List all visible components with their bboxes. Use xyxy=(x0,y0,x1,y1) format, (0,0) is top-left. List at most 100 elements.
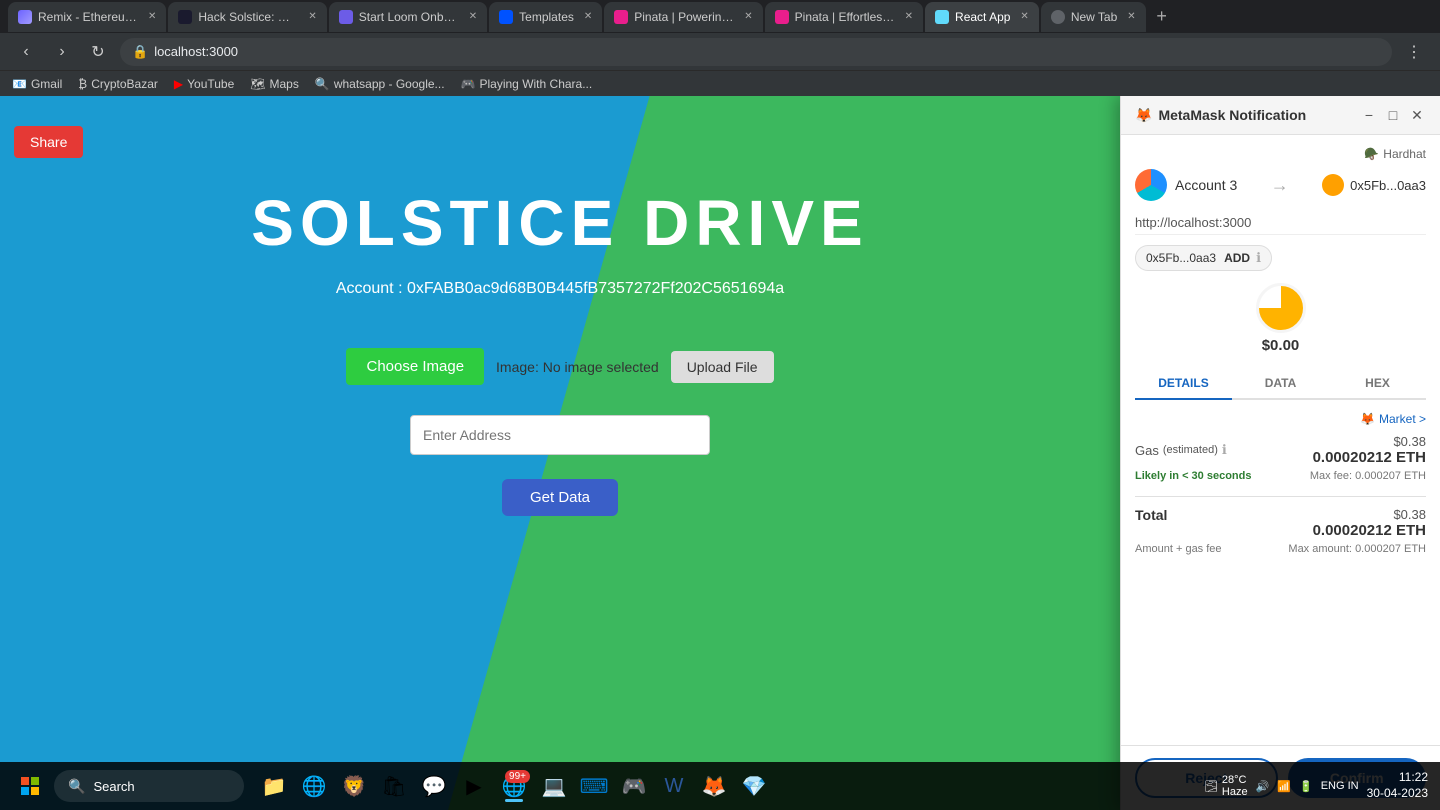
window-buttons: − □ ✕ xyxy=(1360,106,1426,124)
youtube-taskbar-icon: ▶ xyxy=(466,774,481,799)
address-bar[interactable]: 🔒 localhost:3000 xyxy=(120,38,1392,66)
taskbar-store[interactable]: 🛍 xyxy=(376,768,412,804)
choose-image-button[interactable]: Choose Image xyxy=(346,348,484,385)
bookmark-maps[interactable]: 🗺 Maps xyxy=(250,77,299,91)
tab-coinbase-close[interactable]: ✕ xyxy=(584,11,592,22)
tab-hack[interactable]: Hack Solstice: Da... ✕ xyxy=(168,2,326,32)
minimize-button[interactable]: − xyxy=(1360,106,1378,124)
discord-icon: 🎮 xyxy=(622,774,647,799)
taskbar-vscode[interactable]: ⌨ xyxy=(576,768,612,804)
page-area: Share SOLSTICE DRIVE Account : 0xFABB0ac… xyxy=(0,96,1440,810)
gas-info-icon[interactable]: ℹ xyxy=(1222,442,1227,458)
bookmark-maps-label: Maps xyxy=(270,77,299,91)
sys-tray: 🔊 📶 🔋 xyxy=(1256,780,1313,793)
tab-react-label: React App xyxy=(955,10,1010,24)
from-address: 0x5Fb...0aa3 xyxy=(1146,251,1216,265)
weather-temp: 28°C xyxy=(1222,774,1248,786)
search-bar[interactable]: 🔍 Search xyxy=(54,770,244,802)
tab-newtab[interactable]: New Tab ✕ xyxy=(1041,2,1146,32)
address-badge-icon xyxy=(1322,174,1344,196)
nav-bar: ‹ › ↻ 🔒 localhost:3000 ⋮ xyxy=(0,33,1440,70)
teams-icon: 💬 xyxy=(422,774,447,799)
tab-details[interactable]: DETAILS xyxy=(1135,368,1232,400)
tab-pinata2[interactable]: Pinata | Effortless... ✕ xyxy=(765,2,923,32)
bookmark-gmail[interactable]: 📧 Gmail xyxy=(12,77,62,91)
site-url: http://localhost:3000 xyxy=(1135,211,1426,235)
volume-icon: 📶 xyxy=(1277,780,1291,793)
terminal-icon: 💻 xyxy=(542,774,567,799)
taskbar-teams[interactable]: 💬 xyxy=(416,768,452,804)
total-eth: 0.00020212 ETH xyxy=(1313,522,1426,539)
market-row[interactable]: 🦊 Market > xyxy=(1135,412,1426,426)
newtab-favicon xyxy=(1051,10,1065,24)
tab-remix[interactable]: Remix - Ethereum... ✕ xyxy=(8,2,166,32)
info-icon[interactable]: ℹ xyxy=(1256,250,1261,266)
upload-file-button[interactable]: Upload File xyxy=(671,351,774,383)
weather-icon: 🌫 xyxy=(1204,780,1218,793)
store-icon: 🛍 xyxy=(381,774,406,799)
gas-header: Gas (estimated) ℹ $0.38 0.00020212 ETH xyxy=(1135,434,1426,466)
new-tab-button[interactable]: + xyxy=(1148,3,1176,31)
tab-newtab-close[interactable]: ✕ xyxy=(1127,11,1135,22)
tab-react-close[interactable]: ✕ xyxy=(1020,11,1028,22)
start-button[interactable] xyxy=(12,768,48,804)
forward-button[interactable]: › xyxy=(48,38,76,66)
taskbar-word[interactable]: W xyxy=(656,768,692,804)
from-badge: 0x5Fb...0aa3 ADD ℹ xyxy=(1135,245,1272,271)
taskbar-metamask-app[interactable]: 🦊 xyxy=(696,768,732,804)
network-icon: 🔊 xyxy=(1256,780,1270,793)
tab-remix-close[interactable]: ✕ xyxy=(148,11,156,22)
account-label: Account : xyxy=(336,280,403,297)
tab-react[interactable]: React App ✕ xyxy=(925,2,1039,32)
reload-button[interactable]: ↻ xyxy=(84,38,112,66)
taskbar-apps: 📁 🌐 🦁 🛍 💬 ▶ 🌐 99+ 💻 ⌨ 🎮 W xyxy=(256,768,772,804)
bookmark-bar: 📧 Gmail ₿ CryptoBazar ▶ YouTube 🗺 Maps 🔍… xyxy=(0,70,1440,96)
max-fee-group: Max fee: 0.000207 ETH xyxy=(1310,470,1426,482)
bookmark-youtube[interactable]: ▶ YouTube xyxy=(174,77,234,91)
account-left: Account 3 xyxy=(1135,169,1237,201)
maps-icon: 🗺 xyxy=(250,77,265,91)
tab-pinata1[interactable]: Pinata | Powering... ✕ xyxy=(604,2,762,32)
taskbar-edge[interactable]: 🌐 xyxy=(296,768,332,804)
taskbar-youtube[interactable]: ▶ xyxy=(456,768,492,804)
total-usd: $0.38 xyxy=(1313,507,1426,522)
taskbar-brave[interactable]: 🦁 xyxy=(336,768,372,804)
tab-coinbase[interactable]: Templates ✕ xyxy=(489,2,602,32)
file-row: Choose Image Image: No image selected Up… xyxy=(346,348,773,385)
bookmark-playing[interactable]: 🎮 Playing With Chara... xyxy=(461,77,593,91)
max-amount-label: Max amount: xyxy=(1288,543,1352,555)
close-button[interactable]: ✕ xyxy=(1408,106,1426,124)
taskbar-chrome[interactable]: 🌐 99+ xyxy=(496,768,532,804)
back-button[interactable]: ‹ xyxy=(12,38,40,66)
account-info: Account : 0xFABB0ac9d68B0B445fB7357272Ff… xyxy=(336,280,784,298)
clock: 11:22 30-04-2023 xyxy=(1367,770,1428,801)
tab-loom-close[interactable]: ✕ xyxy=(469,11,477,22)
taskbar-terminal[interactable]: 💻 xyxy=(536,768,572,804)
tab-loom-label: Start Loom Onbo... xyxy=(359,10,459,24)
share-button[interactable]: Share xyxy=(14,126,83,158)
tab-pinata1-close[interactable]: ✕ xyxy=(744,11,752,22)
word-icon: W xyxy=(665,775,684,798)
tab-loom[interactable]: Start Loom Onbo... ✕ xyxy=(329,2,487,32)
taskbar-wallet[interactable]: 💎 xyxy=(736,768,772,804)
playing-icon: 🎮 xyxy=(461,77,476,91)
enter-address-input[interactable] xyxy=(410,415,710,455)
bookmark-whatsapp[interactable]: 🔍 whatsapp - Google... xyxy=(315,77,445,91)
notification-badge: 99+ xyxy=(505,770,530,783)
bookmark-cryptobazar[interactable]: ₿ CryptoBazar xyxy=(78,77,158,91)
tab-pinata2-label: Pinata | Effortless... xyxy=(795,10,895,24)
bookmark-whatsapp-label: whatsapp - Google... xyxy=(334,77,445,91)
maximize-button[interactable]: □ xyxy=(1384,106,1402,124)
hardhat-label: Hardhat xyxy=(1383,147,1426,161)
account-arrow[interactable]: → xyxy=(1271,175,1289,196)
tab-hex[interactable]: HEX xyxy=(1329,368,1426,398)
time-display: 11:22 xyxy=(1367,770,1428,786)
taskbar-discord[interactable]: 🎮 xyxy=(616,768,652,804)
address-input-row xyxy=(410,415,710,455)
tab-hack-close[interactable]: ✕ xyxy=(308,11,316,22)
tab-pinata2-close[interactable]: ✕ xyxy=(905,11,913,22)
extensions-button[interactable]: ⋮ xyxy=(1400,38,1428,66)
tab-data[interactable]: DATA xyxy=(1232,368,1329,398)
get-data-button[interactable]: Get Data xyxy=(502,479,618,516)
taskbar-file-explorer[interactable]: 📁 xyxy=(256,768,292,804)
